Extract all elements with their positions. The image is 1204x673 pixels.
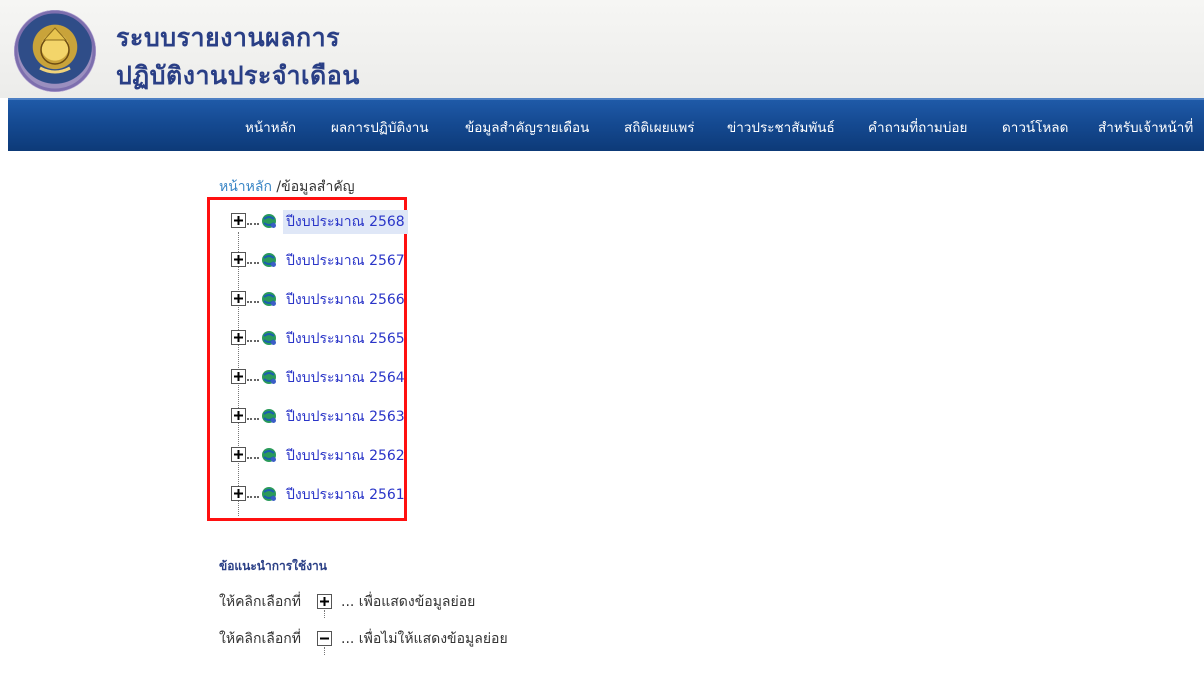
nav-home[interactable]: หน้าหลัก: [245, 116, 296, 138]
expand-plus-icon[interactable]: [231, 213, 246, 228]
tree-node-label[interactable]: ปีงบประมาณ 2561: [283, 483, 408, 507]
breadcrumb-current: /ข้อมูลสำคัญ: [276, 179, 355, 195]
help-collapse-prefix: ให้คลิกเลือกที่: [219, 631, 301, 647]
tree-node-label[interactable]: ปีงบประมาณ 2565: [283, 327, 408, 351]
globe-icon: [262, 487, 276, 501]
tree-dots: [247, 301, 259, 303]
nav-published-statistics[interactable]: สถิติเผยแพร่: [624, 116, 694, 138]
globe-icon: [262, 331, 276, 345]
tree-dots: [247, 262, 259, 264]
emblem-logo: [14, 10, 96, 92]
tree-dots: [247, 418, 259, 420]
expand-plus-icon[interactable]: [231, 330, 246, 345]
site-title-line2: ปฏิบัติงานประจำเดือน: [116, 61, 360, 90]
site-title-line1: ระบบรายงานผลการ: [116, 23, 341, 52]
tree-node-label[interactable]: ปีงบประมาณ 2563: [283, 405, 408, 429]
tree-node-label[interactable]: ปีงบประมาณ 2566: [283, 288, 408, 312]
nav-faq[interactable]: คำถามที่ถามบ่อย: [868, 116, 967, 138]
site-header: ระบบรายงานผลการ ปฏิบัติงานประจำเดือน: [0, 0, 1204, 98]
help-dotted-stem: [324, 610, 325, 618]
tree-dots: [247, 379, 259, 381]
nav-news[interactable]: ข่าวประชาสัมพันธ์: [727, 116, 835, 138]
main-nav: หน้าหลัก ผลการปฏิบัติงาน ข้อมูลสำคัญรายเ…: [8, 98, 1204, 151]
help-title: ข้อแนะนำการใช้งาน: [219, 559, 327, 573]
help-collapse-suffix: ... เพื่อไม่ให้แสดงข้อมูลย่อย: [341, 631, 508, 647]
help-expand-suffix: ... เพื่อแสดงข้อมูลย่อย: [341, 594, 476, 610]
nav-performance[interactable]: ผลการปฏิบัติงาน: [331, 116, 429, 138]
plus-box-icon: [317, 594, 332, 609]
tree-dots: [247, 223, 259, 225]
expand-plus-icon[interactable]: [231, 291, 246, 306]
nav-monthly-key-data[interactable]: ข้อมูลสำคัญรายเดือน: [465, 116, 589, 138]
globe-icon: [262, 448, 276, 462]
expand-plus-icon[interactable]: [231, 408, 246, 423]
expand-plus-icon[interactable]: [231, 252, 246, 267]
nav-staff[interactable]: สำหรับเจ้าหน้าที่: [1098, 116, 1193, 138]
minus-box-icon: [317, 631, 332, 646]
highlight-box: [207, 197, 407, 521]
tree-node-label[interactable]: ปีงบประมาณ 2564: [283, 366, 408, 390]
tree-dots: [247, 457, 259, 459]
globe-icon: [262, 292, 276, 306]
help-dotted-stem: [324, 647, 325, 655]
help-expand-prefix: ให้คลิกเลือกที่: [219, 594, 301, 610]
globe-icon: [262, 409, 276, 423]
expand-plus-icon[interactable]: [231, 486, 246, 501]
globe-icon: [262, 370, 276, 384]
globe-icon: [262, 214, 276, 228]
tree-node-label[interactable]: ปีงบประมาณ 2568: [283, 210, 408, 234]
tree-dots: [247, 496, 259, 498]
tree-node-label[interactable]: ปีงบประมาณ 2562: [283, 444, 408, 468]
globe-icon: [262, 253, 276, 267]
expand-plus-icon[interactable]: [231, 369, 246, 384]
breadcrumb: หน้าหลัก /ข้อมูลสำคัญ: [219, 176, 355, 198]
expand-plus-icon[interactable]: [231, 447, 246, 462]
tree-dots: [247, 340, 259, 342]
tree-node-label[interactable]: ปีงบประมาณ 2567: [283, 249, 408, 273]
nav-download[interactable]: ดาวน์โหลด: [1002, 116, 1068, 138]
breadcrumb-home-link[interactable]: หน้าหลัก: [219, 179, 272, 195]
